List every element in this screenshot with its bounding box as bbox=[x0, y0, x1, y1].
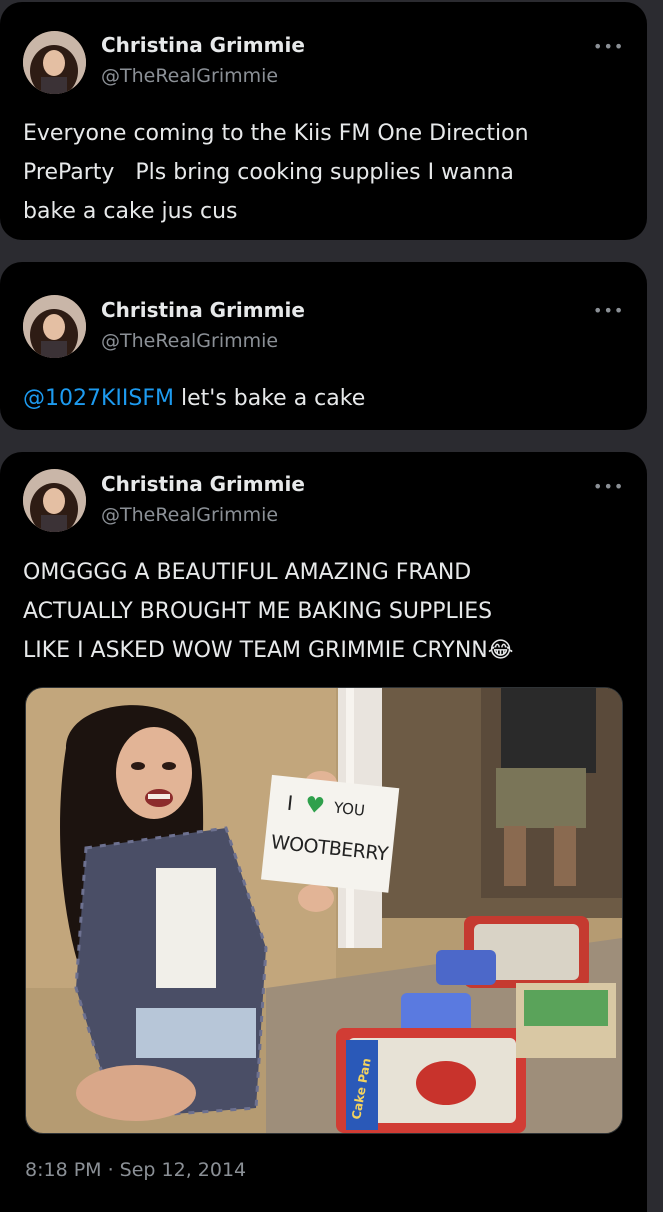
avatar[interactable] bbox=[23, 31, 86, 94]
tweet-card-2[interactable]: Christina Grimmie @TheRealGrimmie ••• @1… bbox=[0, 262, 647, 430]
tweet-card-1[interactable]: Christina Grimmie @TheRealGrimmie ••• Ev… bbox=[0, 2, 647, 240]
tweet-text: OMGGGG A BEAUTIFUL AMAZING FRAND ACTUALL… bbox=[23, 553, 623, 670]
tweet-timestamp[interactable]: 8:18 PM · Sep 12, 2014 bbox=[25, 1159, 246, 1181]
tweet-text-line: OMGGGG A BEAUTIFUL AMAZING FRAND bbox=[23, 560, 472, 585]
avatar[interactable] bbox=[23, 469, 86, 532]
heart-icon: ♥ bbox=[304, 793, 326, 820]
tweet-text-line: bake a cake jus cus bbox=[23, 199, 238, 224]
tweet-text: Everyone coming to the Kiis FM One Direc… bbox=[23, 114, 623, 231]
tweet-text-rest: let's bake a cake bbox=[174, 386, 366, 411]
tweet-text-line: LIKE I ASKED WOW TEAM GRIMMIE CRYNN😂 bbox=[23, 638, 514, 663]
sign-text: YOU bbox=[332, 799, 366, 820]
tweet-text-line: PreParty Pls bring cooking supplies I wa… bbox=[23, 160, 514, 185]
author-handle[interactable]: @TheRealGrimmie bbox=[101, 65, 278, 87]
author-name[interactable]: Christina Grimmie bbox=[101, 472, 305, 496]
mention-link[interactable]: @1027KIISFM bbox=[23, 386, 174, 411]
tweet-text-line: ACTUALLY BROUGHT ME BAKING SUPPLIES bbox=[23, 599, 493, 624]
tweet-card-3[interactable]: Christina Grimmie @TheRealGrimmie ••• OM… bbox=[0, 452, 647, 1212]
tweet-text-line: Everyone coming to the Kiis FM One Direc… bbox=[23, 121, 529, 146]
author-handle[interactable]: @TheRealGrimmie bbox=[101, 330, 278, 352]
author-name[interactable]: Christina Grimmie bbox=[101, 298, 305, 322]
tweet-photo[interactable]: I ♥ YOU WOOTBERRY Cake Pan bbox=[25, 687, 623, 1134]
more-options-icon[interactable]: ••• bbox=[593, 479, 623, 495]
avatar[interactable] bbox=[23, 295, 86, 358]
author-handle[interactable]: @TheRealGrimmie bbox=[101, 504, 278, 526]
more-options-icon[interactable]: ••• bbox=[593, 303, 623, 319]
more-options-icon[interactable]: ••• bbox=[593, 39, 623, 55]
tweet-text: @1027KIISFM let's bake a cake bbox=[23, 379, 623, 418]
author-name[interactable]: Christina Grimmie bbox=[101, 33, 305, 57]
